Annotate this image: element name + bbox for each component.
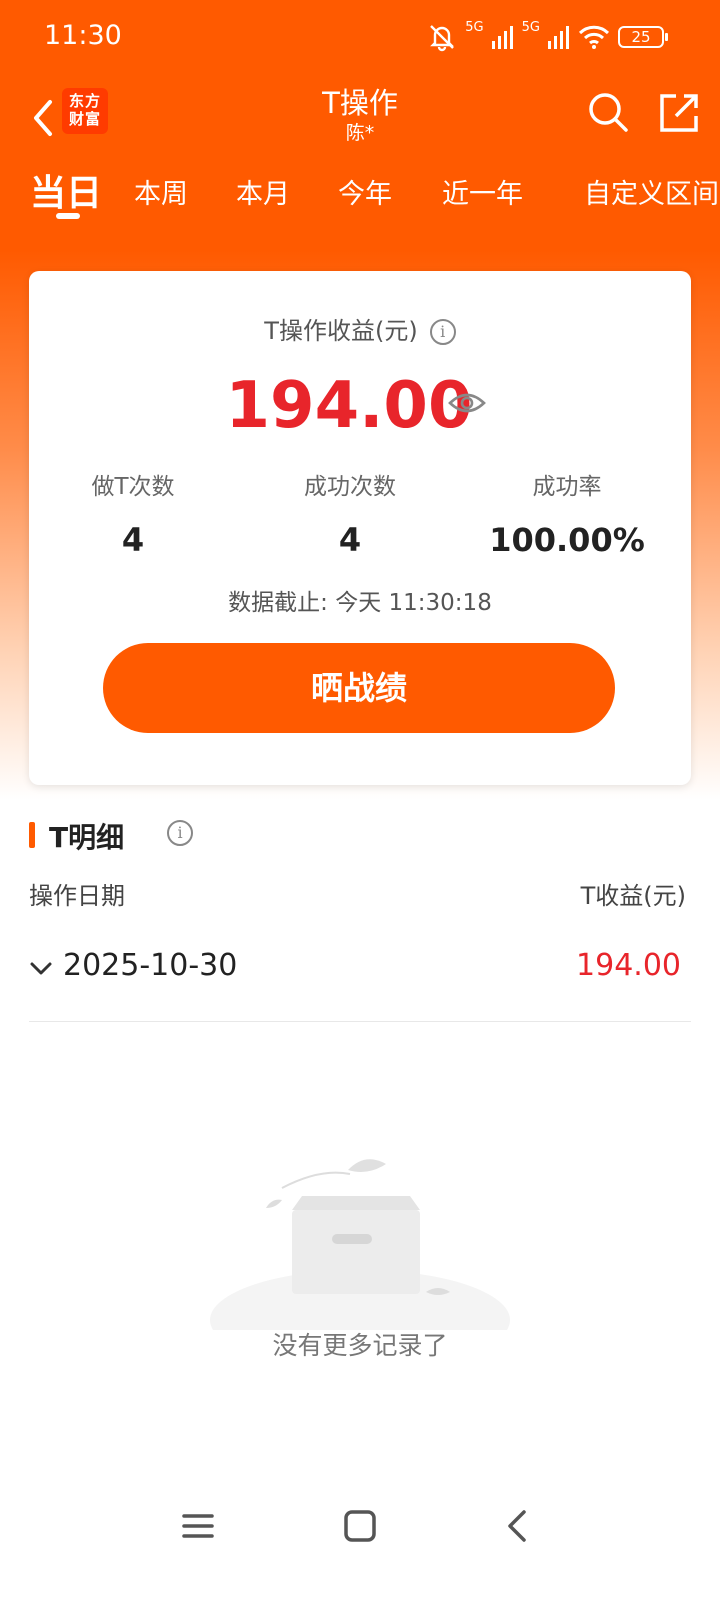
status-time: 11:30	[44, 20, 122, 51]
tab-this-year[interactable]: 今年	[338, 172, 392, 211]
network-label-2: 5G	[521, 20, 540, 35]
chevron-down-icon[interactable]	[29, 958, 53, 978]
share-icon[interactable]	[654, 88, 702, 136]
row-profit: 194.00	[576, 948, 681, 983]
network-label-1: 5G	[465, 20, 484, 35]
back-icon[interactable]	[496, 1504, 540, 1548]
stat-success-count: 成功次数 4	[240, 467, 460, 559]
tab-indicator	[56, 213, 80, 219]
wifi-icon	[578, 25, 610, 49]
info-icon[interactable]: i	[167, 820, 193, 846]
info-icon[interactable]: i	[429, 319, 456, 345]
system-nav-bar	[0, 1490, 720, 1560]
section-title: T明细	[49, 821, 125, 854]
period-tabs: 当日 本周 本月 今年 近一年 自定义区间	[0, 160, 720, 230]
column-header-profit: T收益(元)	[580, 882, 686, 910]
nav-bar: 东方 财富 T操作 陈*	[0, 80, 720, 152]
status-bar: 11:30 5G 5G 25	[0, 0, 720, 78]
stat-label: 成功次数	[304, 474, 396, 500]
signal-icon	[491, 26, 513, 49]
profit-value: 194.00	[225, 369, 473, 443]
stat-value: 4	[121, 521, 145, 559]
table-row[interactable]: 2025-10-30 194.00	[29, 940, 691, 1022]
stat-trade-count: 做T次数 4	[23, 467, 243, 559]
mute-bell-icon	[430, 25, 455, 52]
stat-success-rate: 成功率 100.00%	[457, 467, 677, 559]
home-icon[interactable]	[338, 1504, 382, 1548]
tab-custom-range[interactable]: 自定义区间	[584, 172, 719, 211]
search-icon[interactable]	[584, 88, 632, 136]
row-date: 2025-10-30	[63, 948, 238, 983]
share-record-button[interactable]: 晒战绩	[103, 643, 615, 733]
signal-icon	[548, 26, 569, 49]
stat-label: 做T次数	[91, 474, 175, 500]
tab-today[interactable]: 当日	[30, 164, 102, 216]
stat-value: 100.00%	[489, 521, 645, 559]
empty-box-illustration	[210, 1159, 510, 1330]
section-accent-bar	[29, 822, 35, 848]
menu-icon[interactable]	[176, 1504, 220, 1548]
card-title: T操作收益(元) i	[29, 311, 691, 346]
tab-last-year[interactable]: 近一年	[442, 172, 523, 211]
battery-level: 25	[631, 28, 651, 46]
status-icons: 5G 5G 25	[427, 20, 668, 54]
tab-this-month[interactable]: 本月	[236, 172, 290, 211]
tab-this-week[interactable]: 本周	[134, 172, 188, 211]
card-title-text: T操作收益(元)	[264, 317, 418, 345]
stat-label: 成功率	[532, 474, 602, 500]
data-cutoff-time: 数据截止: 今天 11:30:18	[228, 590, 492, 616]
stat-value: 4	[338, 521, 362, 559]
battery-icon: 25	[618, 26, 668, 48]
eye-icon[interactable]	[447, 387, 487, 419]
empty-state-text: 没有更多记录了	[272, 1331, 448, 1360]
summary-card: T操作收益(元) i 194.00 做T次数 4 成功次数 4 成功率 100.0…	[29, 271, 691, 785]
column-header-date: 操作日期	[29, 882, 125, 910]
